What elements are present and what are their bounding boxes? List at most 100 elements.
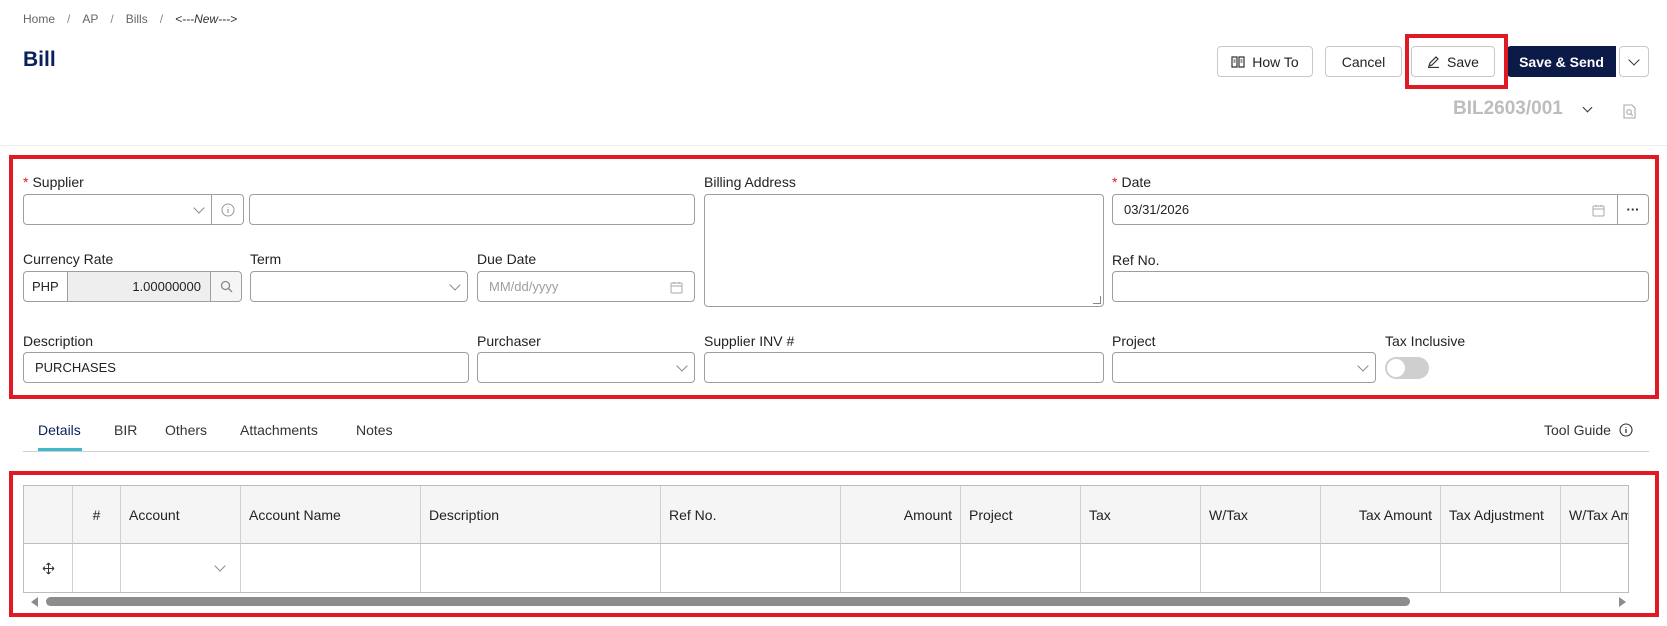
cell-amount[interactable] [841,544,961,592]
details-grid: # Account Account Name Description Ref N… [23,485,1629,593]
info-icon [1619,423,1633,437]
currency-rate-value: 1.00000000 [132,279,201,294]
breadcrumb-current: <---New---> [175,12,238,26]
scroll-right-icon[interactable] [1619,597,1627,607]
supplier-label: * Supplier [23,174,84,190]
cell-tax-amount[interactable] [1321,544,1441,592]
due-date-placeholder: MM/dd/yyyy [489,279,559,294]
cancel-button[interactable]: Cancel [1325,46,1402,77]
date-more-button[interactable]: ··· [1617,194,1649,225]
grid-header-ref-no: Ref No. [661,486,841,544]
grid-header-account: Account [121,486,241,544]
supplier-select[interactable] [23,194,212,225]
date-label: * Date [1112,174,1152,190]
more-icon: ··· [1626,202,1640,217]
tax-inclusive-toggle[interactable] [1385,357,1429,379]
tab-details[interactable]: Details [38,422,81,438]
cell-ref-no[interactable] [661,544,841,592]
breadcrumb-bills[interactable]: Bills [126,12,148,26]
tab-bir[interactable]: BIR [114,422,137,438]
breadcrumb-ap[interactable]: AP [82,12,98,26]
tab-others[interactable]: Others [165,422,207,438]
breadcrumb: Home / AP / Bills / <---New---> [23,12,237,26]
breadcrumb-separator: / [159,12,164,26]
due-date-label: Due Date [477,251,537,267]
more-actions-button[interactable] [1619,46,1649,77]
grid-header-account-name: Account Name [241,486,421,544]
tool-guide-button[interactable]: Tool Guide [1544,422,1633,438]
description-label: Description [23,333,94,349]
tab-divider [23,451,1649,452]
currency-code: PHP [23,271,68,302]
calendar-icon[interactable] [670,281,683,294]
date-input[interactable]: 03/31/2026 [1112,194,1618,225]
save-button[interactable]: Save [1411,46,1495,77]
calendar-icon[interactable] [1592,204,1605,217]
cell-wtax-amount[interactable] [1561,544,1628,592]
document-number-dropdown[interactable] [1582,102,1593,113]
grid-header-wtax: W/Tax [1201,486,1321,544]
cell-wtax[interactable] [1201,544,1321,592]
supplier-name-input[interactable] [249,194,695,225]
supplier-info-button[interactable] [212,194,244,225]
project-label: Project [1112,333,1156,349]
billing-address-textarea[interactable] [704,194,1104,307]
cell-tax[interactable] [1081,544,1201,592]
cell-tax-adjustment[interactable] [1441,544,1561,592]
resize-handle-icon [1093,296,1101,304]
project-select[interactable] [1112,352,1376,383]
row-drag-handle[interactable] [24,544,73,592]
cell-number [73,544,121,592]
term-select[interactable] [250,271,468,302]
horizontal-scrollbar[interactable] [30,596,1627,608]
purchaser-label: Purchaser [477,333,541,349]
currency-rate-label: Currency Rate [23,251,114,267]
chevron-down-icon [193,202,205,214]
save-and-send-button[interactable]: Save & Send [1507,46,1616,77]
supplier-inv-input[interactable] [704,352,1104,383]
grid-header-tax-adjustment: Tax Adjustment [1441,486,1561,544]
tab-notes[interactable]: Notes [356,422,393,438]
breadcrumb-home[interactable]: Home [23,12,55,26]
info-icon [221,203,234,216]
document-search-icon[interactable] [1623,104,1637,122]
description-input[interactable]: PURCHASES [23,352,469,383]
grid-header-wtax-amount: W/Tax Amount [1561,486,1628,544]
move-icon [42,562,54,575]
date-value: 03/31/2026 [1124,202,1190,217]
divider [0,145,1667,146]
tab-attachments[interactable]: Attachments [240,422,318,438]
grid-header-tax-amount: Tax Amount [1321,486,1441,544]
due-date-input[interactable]: MM/dd/yyyy [477,271,695,302]
cell-project[interactable] [961,544,1081,592]
grid-header-number: # [73,486,121,544]
chevron-down-icon [1628,53,1640,66]
how-to-button[interactable]: How To [1217,46,1313,77]
currency-code-value: PHP [32,279,59,294]
breadcrumb-separator: / [110,12,114,26]
how-to-label: How To [1252,53,1299,70]
chevron-down-icon [1582,102,1593,113]
grid-header-handle [24,486,73,544]
grid-header-tax: Tax [1081,486,1201,544]
cell-description[interactable] [421,544,661,592]
chevron-down-icon [1357,360,1369,372]
grid-header-amount: Amount [841,486,961,544]
ref-no-label: Ref No. [1112,252,1160,268]
cell-account-name[interactable] [241,544,421,592]
currency-rate-input[interactable]: 1.00000000 [67,271,211,302]
chevron-down-icon [449,279,461,291]
toggle-knob [1387,359,1405,377]
chevron-down-icon [676,360,688,372]
currency-search-button[interactable] [210,271,242,302]
billing-address-label: Billing Address [704,174,796,190]
scrollbar-thumb[interactable] [46,597,1410,606]
ref-no-input[interactable] [1112,271,1649,302]
scroll-left-icon[interactable] [30,597,38,607]
purchaser-select[interactable] [477,352,695,383]
page-title: Bill [23,48,56,71]
document-number: BIL2603/001 [1453,98,1563,119]
cell-account-select[interactable] [121,544,241,592]
cancel-label: Cancel [1341,53,1386,70]
search-icon [220,280,232,293]
